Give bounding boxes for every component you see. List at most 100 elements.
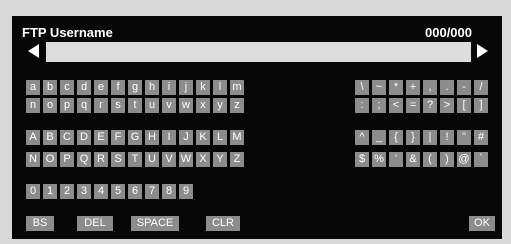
key-button[interactable]: ` <box>474 152 488 167</box>
key-button[interactable]: < <box>389 98 403 113</box>
key-button[interactable]: s <box>111 98 125 113</box>
key-button[interactable]: Z <box>230 152 244 167</box>
key-button[interactable]: ] <box>474 98 488 113</box>
key-button[interactable]: k <box>196 80 210 95</box>
key-button[interactable]: o <box>43 98 57 113</box>
key-button[interactable]: _ <box>372 130 386 145</box>
key-button[interactable]: 1 <box>43 184 57 199</box>
key-button[interactable]: A <box>26 130 40 145</box>
key-button[interactable]: J <box>179 130 193 145</box>
key-button[interactable]: 4 <box>94 184 108 199</box>
key-button[interactable]: Q <box>77 152 91 167</box>
arrow-right-icon[interactable] <box>477 44 488 58</box>
clear-button[interactable]: CLR <box>206 216 240 231</box>
key-button[interactable]: ! <box>440 130 454 145</box>
key-button[interactable]: ~ <box>372 80 386 95</box>
key-button[interactable]: @ <box>457 152 471 167</box>
key-button[interactable]: q <box>77 98 91 113</box>
key-button[interactable]: : <box>355 98 369 113</box>
key-button[interactable]: X <box>196 152 210 167</box>
key-button[interactable]: T <box>128 152 142 167</box>
key-button[interactable]: m <box>230 80 244 95</box>
key-button[interactable]: \ <box>355 80 369 95</box>
key-button[interactable]: f <box>111 80 125 95</box>
key-button[interactable]: E <box>94 130 108 145</box>
key-button[interactable]: Y <box>213 152 227 167</box>
key-button[interactable]: 7 <box>145 184 159 199</box>
key-button[interactable]: M <box>230 130 244 145</box>
key-button[interactable]: V <box>162 152 176 167</box>
key-button[interactable]: i <box>162 80 176 95</box>
key-button[interactable]: + <box>406 80 420 95</box>
key-button[interactable]: N <box>26 152 40 167</box>
key-button[interactable]: 0 <box>26 184 40 199</box>
key-button[interactable]: c <box>60 80 74 95</box>
key-button[interactable]: d <box>77 80 91 95</box>
key-button[interactable]: L <box>213 130 227 145</box>
key-button[interactable]: > <box>440 98 454 113</box>
key-button[interactable]: ^ <box>355 130 369 145</box>
key-button[interactable]: 5 <box>111 184 125 199</box>
key-button[interactable]: % <box>372 152 386 167</box>
key-button[interactable]: / <box>474 80 488 95</box>
key-button[interactable]: U <box>145 152 159 167</box>
key-button[interactable]: = <box>406 98 420 113</box>
key-button[interactable]: g <box>128 80 142 95</box>
key-button[interactable]: # <box>474 130 488 145</box>
arrow-left-icon[interactable] <box>28 44 39 58</box>
key-button[interactable]: R <box>94 152 108 167</box>
key-button[interactable]: G <box>128 130 142 145</box>
ok-button[interactable]: OK <box>469 216 495 231</box>
key-button[interactable]: , <box>423 80 437 95</box>
key-button[interactable]: - <box>457 80 471 95</box>
key-button[interactable]: 6 <box>128 184 142 199</box>
key-button[interactable]: [ <box>457 98 471 113</box>
key-button[interactable]: $ <box>355 152 369 167</box>
key-button[interactable]: r <box>94 98 108 113</box>
key-button[interactable]: K <box>196 130 210 145</box>
key-button[interactable]: ? <box>423 98 437 113</box>
key-button[interactable]: | <box>423 130 437 145</box>
key-button[interactable]: P <box>60 152 74 167</box>
key-button[interactable]: t <box>128 98 142 113</box>
key-button[interactable]: C <box>60 130 74 145</box>
key-button[interactable]: * <box>389 80 403 95</box>
key-button[interactable]: 9 <box>179 184 193 199</box>
key-button[interactable]: u <box>145 98 159 113</box>
key-button[interactable]: & <box>406 152 420 167</box>
text-input-field[interactable] <box>46 42 471 62</box>
key-button[interactable]: ' <box>389 152 403 167</box>
key-button[interactable]: { <box>389 130 403 145</box>
key-button[interactable]: W <box>179 152 193 167</box>
space-button[interactable]: SPACE <box>131 216 179 231</box>
key-button[interactable]: O <box>43 152 57 167</box>
key-button[interactable]: n <box>26 98 40 113</box>
key-button[interactable]: e <box>94 80 108 95</box>
key-button[interactable]: S <box>111 152 125 167</box>
key-button[interactable]: } <box>406 130 420 145</box>
key-button[interactable]: z <box>230 98 244 113</box>
key-button[interactable]: ; <box>372 98 386 113</box>
key-button[interactable]: D <box>77 130 91 145</box>
key-button[interactable]: 8 <box>162 184 176 199</box>
key-button[interactable]: b <box>43 80 57 95</box>
key-button[interactable]: F <box>111 130 125 145</box>
key-button[interactable]: j <box>179 80 193 95</box>
key-button[interactable]: x <box>196 98 210 113</box>
key-button[interactable]: v <box>162 98 176 113</box>
backspace-button[interactable]: BS <box>26 216 54 231</box>
delete-button[interactable]: DEL <box>77 216 113 231</box>
key-button[interactable]: p <box>60 98 74 113</box>
key-button[interactable]: l <box>213 80 227 95</box>
key-button[interactable]: " <box>457 130 471 145</box>
key-button[interactable]: I <box>162 130 176 145</box>
key-button[interactable]: ( <box>423 152 437 167</box>
key-button[interactable]: ) <box>440 152 454 167</box>
key-button[interactable]: w <box>179 98 193 113</box>
key-button[interactable]: . <box>440 80 454 95</box>
key-button[interactable]: h <box>145 80 159 95</box>
key-button[interactable]: a <box>26 80 40 95</box>
key-button[interactable]: B <box>43 130 57 145</box>
key-button[interactable]: 2 <box>60 184 74 199</box>
key-button[interactable]: y <box>213 98 227 113</box>
